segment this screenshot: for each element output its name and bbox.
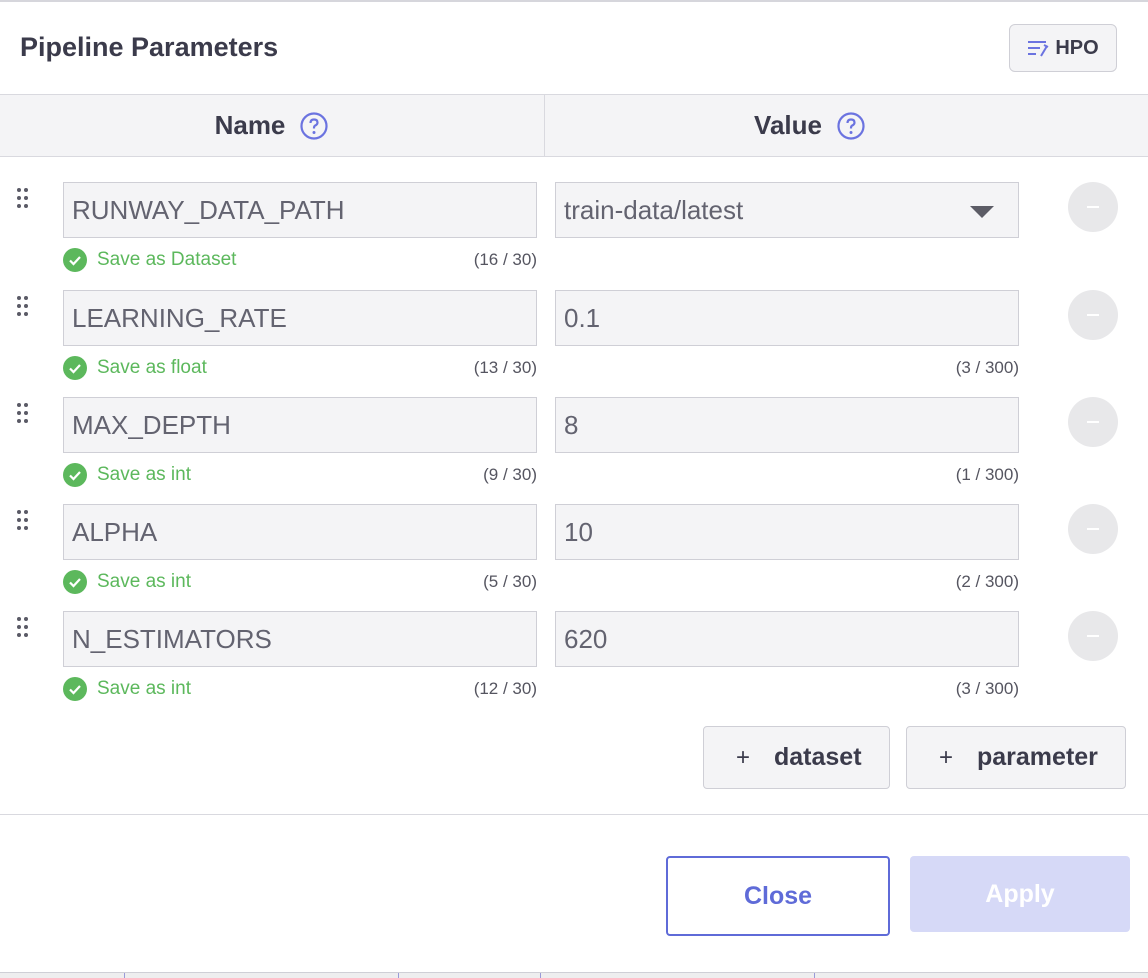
remove-parameter-button[interactable] [1068,611,1118,661]
apply-label: Apply [985,879,1055,908]
save-type-indicator: Save as Dataset [63,248,236,272]
plus-icon: + [939,743,954,771]
apply-button[interactable]: Apply [910,856,1130,932]
add-dataset-label: dataset [774,743,862,771]
minus-icon [1087,421,1099,423]
footer-divider [0,814,1148,815]
parameter-row: Save as int (5 / 30) (2 / 300) [0,504,1148,611]
save-type-indicator: Save as int [63,570,191,594]
pipeline-parameters-dialog: Pipeline Parameters HPO Name Value RUNWA… [0,0,1148,972]
parameter-name-input[interactable] [63,611,537,667]
parameter-value-input[interactable] [555,504,1019,560]
check-circle-icon [63,356,87,380]
parameter-value-select[interactable]: train-data/latest [555,182,1019,238]
parameter-name-input[interactable] [63,182,537,238]
save-type-label: Save as int [97,678,191,699]
save-type-indicator: Save as float [63,356,207,380]
check-circle-icon [63,463,87,487]
save-type-label: Save as int [97,571,191,592]
minus-icon [1087,314,1099,316]
question-circle-icon[interactable] [299,111,329,141]
name-char-count: (12 / 30) [473,679,537,698]
close-label: Close [743,881,813,910]
save-type-label: Save as float [97,357,207,378]
remove-parameter-button[interactable] [1068,182,1118,232]
check-circle-icon [63,677,87,701]
remove-parameter-button[interactable] [1068,290,1118,340]
dialog-header: Pipeline Parameters HPO [0,2,1148,94]
dialog-title: Pipeline Parameters [20,32,279,62]
name-char-count: (16 / 30) [473,250,537,269]
check-circle-icon [63,248,87,272]
drag-handle-icon[interactable] [17,403,31,425]
table-header: Name Value [0,94,1148,157]
tune-sliders-icon [1028,41,1049,57]
minus-icon [1087,206,1099,208]
value-char-count: (3 / 300) [955,679,1019,698]
hpo-button[interactable]: HPO [1009,24,1117,72]
value-char-count: (3 / 300) [955,358,1019,377]
save-type-label: Save as int [97,464,191,485]
minus-icon [1087,528,1099,530]
parameter-value-input[interactable] [555,611,1019,667]
drag-handle-icon[interactable] [17,510,31,532]
parameter-value-input[interactable] [555,290,1019,346]
remove-parameter-button[interactable] [1068,504,1118,554]
column-header-value: Value [545,95,1075,156]
value-header-label: Value [754,110,822,140]
drag-handle-icon[interactable] [17,617,31,639]
save-type-label: Save as Dataset [97,249,237,270]
name-char-count: (13 / 30) [473,358,537,377]
add-parameter-label: parameter [977,743,1098,771]
value-char-count: (2 / 300) [955,572,1019,591]
add-dataset-button[interactable]: + dataset [703,726,890,789]
check-circle-icon [63,570,87,594]
selected-value: train-data/latest [564,194,744,225]
background-page-strip [0,972,1148,978]
column-header-name: Name [0,95,545,156]
parameter-name-input[interactable] [63,397,537,453]
parameter-row: Save as int (12 / 30) (3 / 300) [0,611,1148,718]
save-type-indicator: Save as int [63,463,191,487]
parameter-value-input[interactable] [555,397,1019,453]
name-header-label: Name [214,110,286,140]
plus-icon: + [736,743,751,771]
parameter-name-input[interactable] [63,290,537,346]
drag-handle-icon[interactable] [17,188,31,210]
parameter-row: Save as float (13 / 30) (3 / 300) [0,290,1148,397]
parameter-row: Save as int (9 / 30) (1 / 300) [0,397,1148,504]
name-char-count: (9 / 30) [483,465,537,484]
value-char-count: (1 / 300) [955,465,1019,484]
parameter-name-input[interactable] [63,504,537,560]
save-type-indicator: Save as int [63,677,191,701]
name-char-count: (5 / 30) [483,572,537,591]
hpo-label: HPO [1055,36,1099,59]
parameter-row: train-data/latest Save as Dataset (16 / … [0,182,1148,289]
remove-parameter-button[interactable] [1068,397,1118,447]
add-parameter-button[interactable]: + parameter [906,726,1126,789]
caret-down-icon [970,206,994,218]
minus-icon [1087,635,1099,637]
question-circle-icon[interactable] [836,111,866,141]
drag-handle-icon[interactable] [17,296,31,318]
close-button[interactable]: Close [666,856,890,936]
